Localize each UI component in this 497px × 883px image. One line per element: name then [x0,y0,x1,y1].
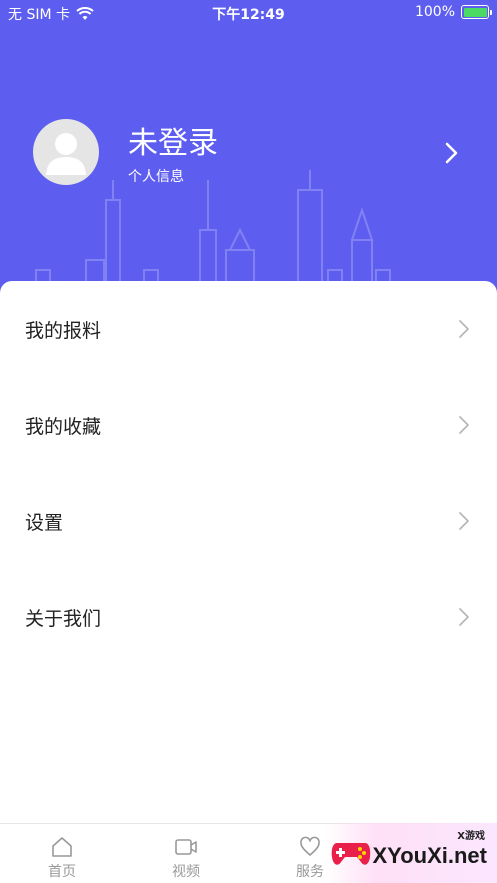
battery-percent: 100% [414,4,455,20]
chevron-right-icon [459,512,469,530]
tab-label: 首页 [48,864,76,880]
menu-item-label: 关于我们 [25,607,102,630]
chevron-right-icon [459,416,469,434]
tab-label: 视频 [172,864,200,880]
profile-name: 未登录 [128,126,218,161]
menu-item-my-favorites[interactable]: 我的收藏 [0,377,497,473]
profile-subtitle: 个人信息 [128,169,184,185]
gamepad-logo-icon [331,843,371,865]
chevron-right-icon [459,320,469,338]
user-placeholder-icon [46,133,86,175]
menu-item-label: 我的报料 [25,319,102,342]
chevron-right-icon [459,608,469,626]
profile-header[interactable]: 未登录 个人信息 [0,100,497,210]
heart-icon [300,836,320,856]
home-icon [52,837,72,857]
battery-icon [461,5,492,19]
avatar[interactable] [33,119,99,185]
status-bar: 无 SIM 卡 下午12:49 100% [0,0,497,26]
chevron-right-icon[interactable] [441,140,461,166]
menu-item-label: 我的收藏 [25,415,102,438]
tab-home[interactable]: 首页 [0,824,124,883]
watermark-small-text: X游戏 [457,831,485,842]
menu-item-settings[interactable]: 设置 [0,473,497,569]
menu-item-about-us[interactable]: 关于我们 [0,569,497,665]
tab-video[interactable]: 视频 [124,824,248,883]
site-watermark: X游戏 XYouXi.net [325,823,497,883]
menu-item-label: 设置 [25,511,64,534]
watermark-domain: XYouXi.net [372,843,488,868]
video-icon [175,839,197,855]
menu-card: 我的报料 我的收藏 设置 关于我们 [0,281,497,826]
menu-item-my-reports[interactable]: 我的报料 [0,281,497,377]
